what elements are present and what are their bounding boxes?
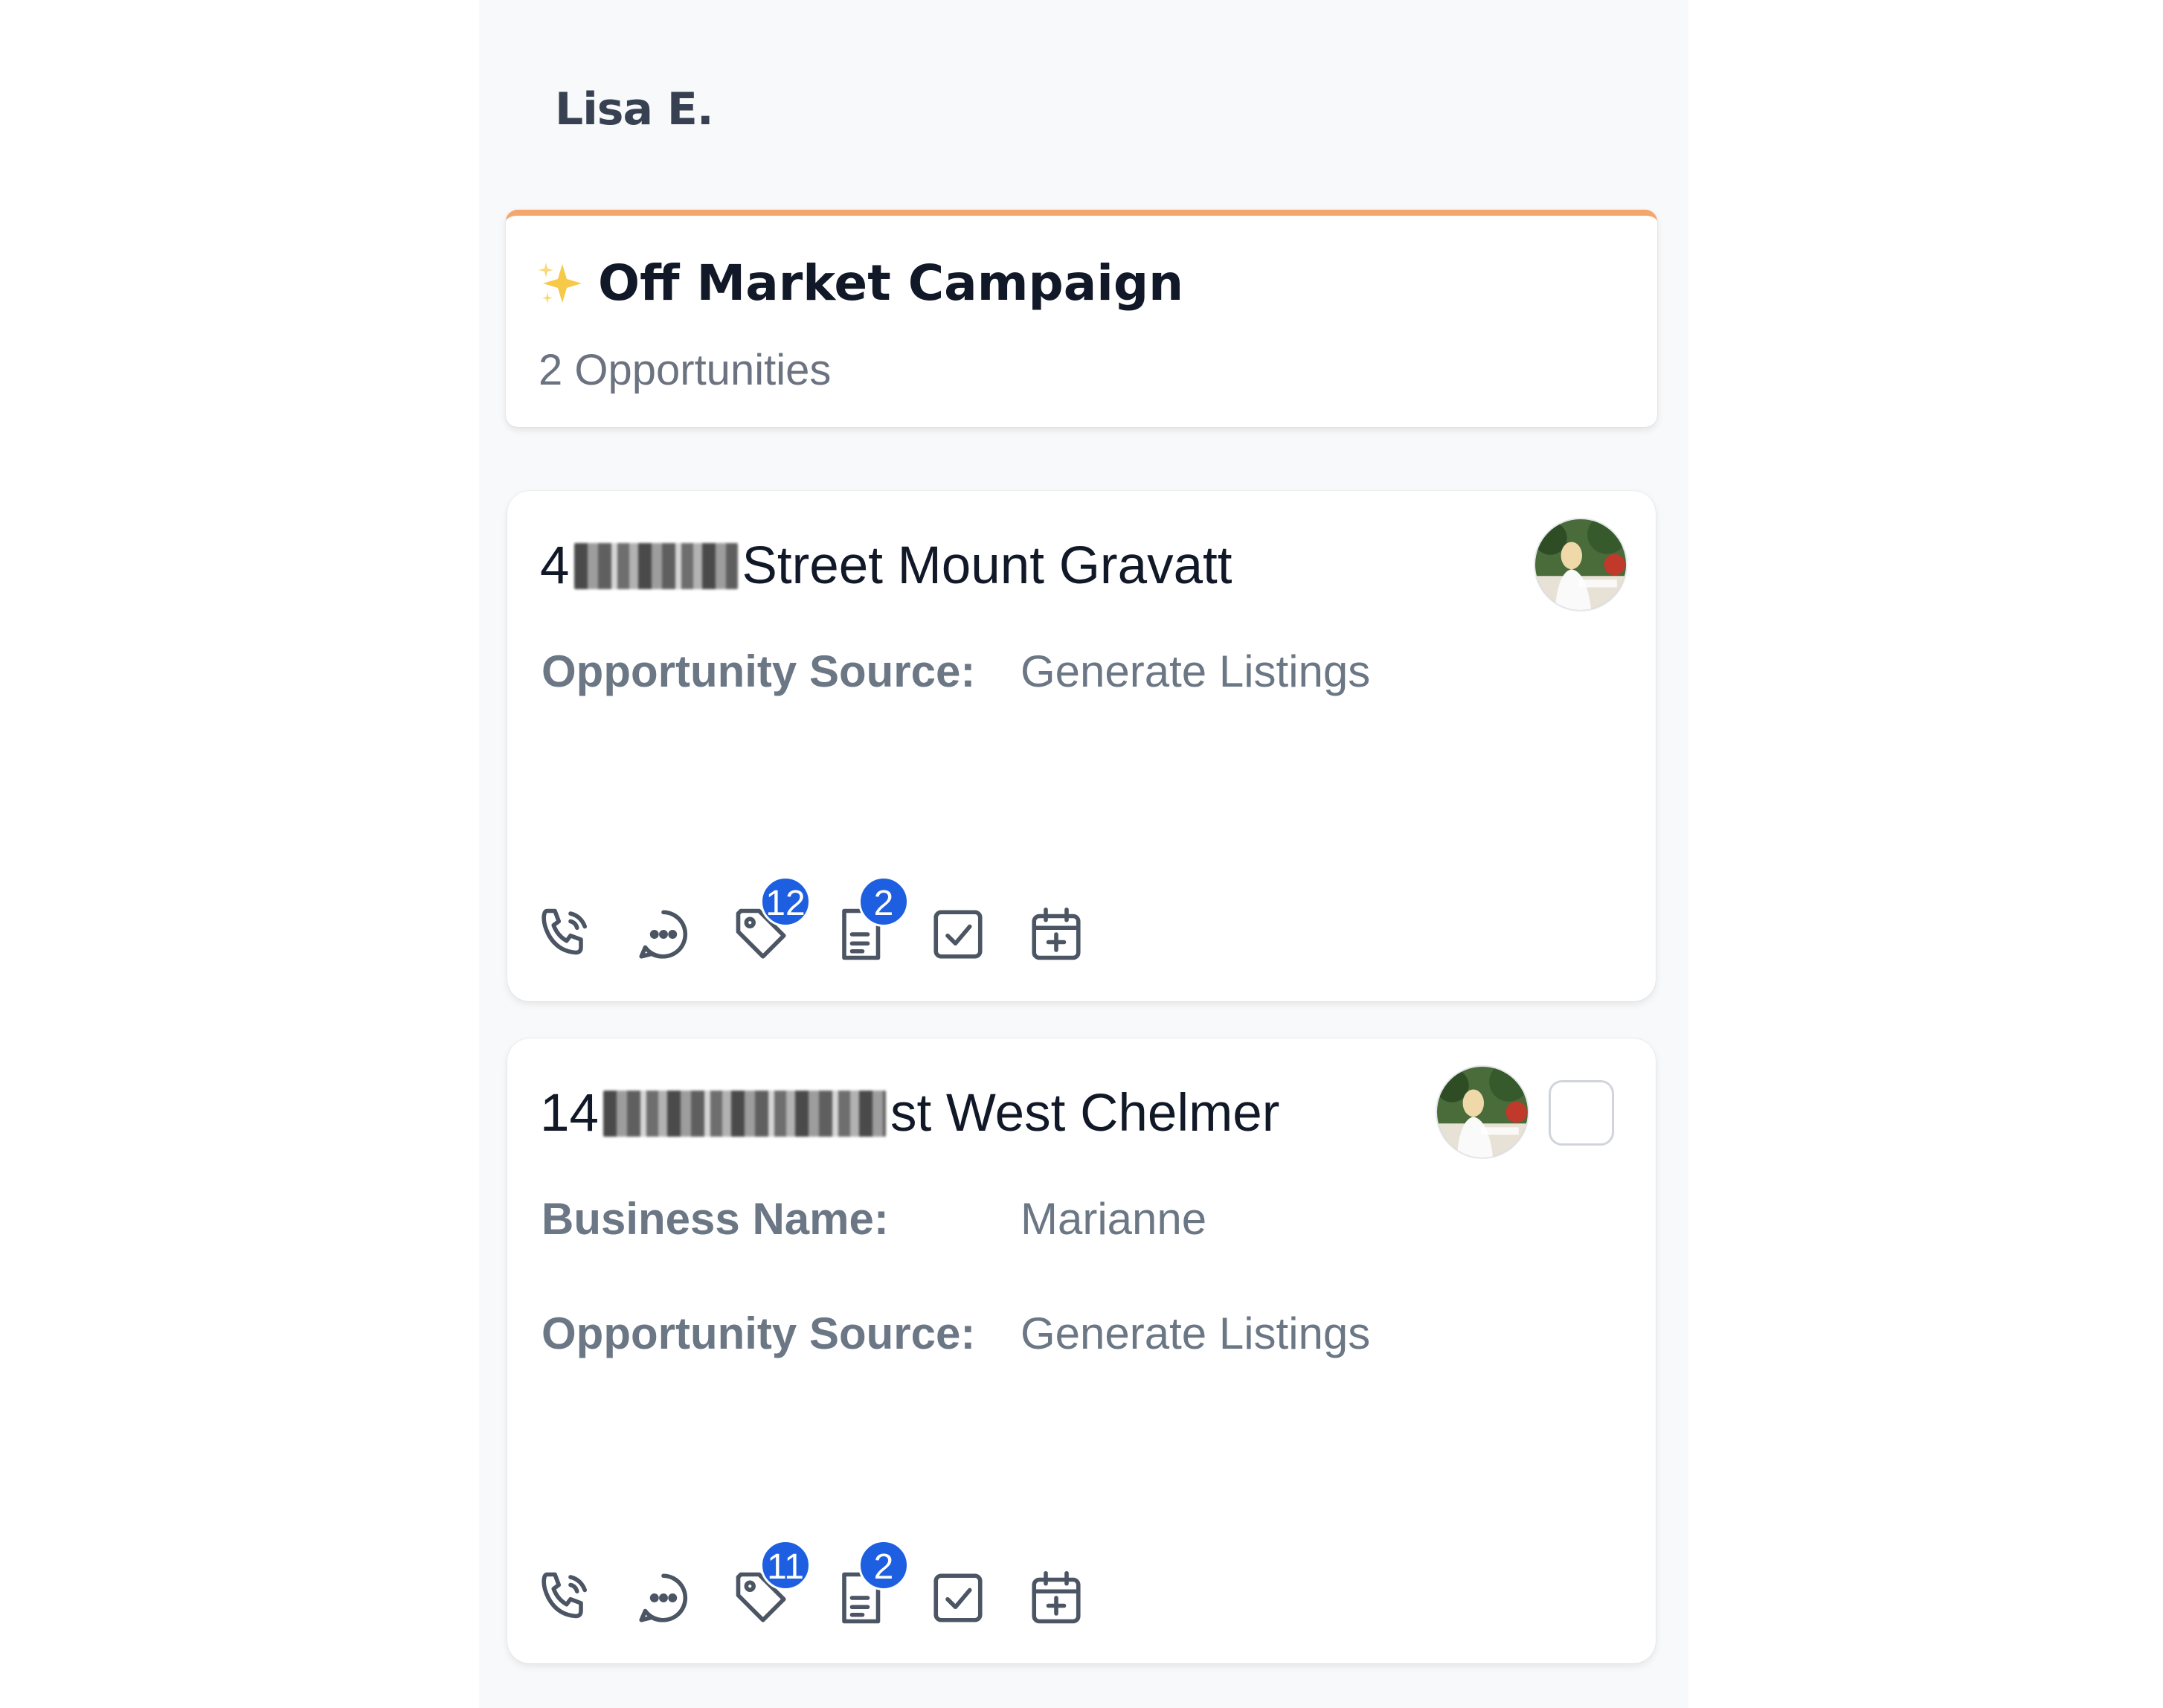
stage-opportunity-count: 2 Opportunities xyxy=(539,346,832,394)
tags-action[interactable]: 12 xyxy=(730,876,811,966)
stage-title-row: Off Market Campaign xyxy=(537,254,1183,312)
field-value: Generate Listings xyxy=(1021,646,1371,696)
field-label: Business Name: xyxy=(541,1194,889,1244)
chat-icon xyxy=(639,910,688,959)
notes-action[interactable]: 2 xyxy=(829,876,909,966)
stage-header-card[interactable]: Off Market Campaign 2 Opportunities xyxy=(506,210,1657,427)
calendar-add-icon xyxy=(1032,1570,1081,1624)
sparkles-icon xyxy=(539,262,582,304)
notes-count-badge: 2 xyxy=(858,876,909,927)
tasks-action[interactable] xyxy=(927,903,989,966)
notes-count-badge: 2 xyxy=(858,1540,909,1590)
stage-title: Off Market Campaign xyxy=(598,254,1184,312)
action-icons: 12 2 xyxy=(534,876,1123,966)
message-action[interactable] xyxy=(632,1567,695,1629)
address-suffix: st West Chelmer xyxy=(890,1084,1280,1143)
avatar[interactable] xyxy=(1437,1067,1528,1158)
redacted-text xyxy=(602,1090,886,1137)
action-icons: 11 2 xyxy=(534,1540,1123,1629)
chat-icon xyxy=(639,1573,688,1622)
redacted-text xyxy=(573,542,738,589)
notes-action[interactable]: 2 xyxy=(829,1540,909,1629)
pipeline-column: Lisa E. Off Market Campaign 2 Opportunit… xyxy=(479,0,1688,1708)
call-action[interactable] xyxy=(534,1567,597,1629)
opportunity-address[interactable]: 14 st West Chelmer xyxy=(540,1083,1279,1143)
tags-action[interactable]: 11 xyxy=(730,1540,811,1629)
phone-icon xyxy=(541,908,588,955)
address-prefix: 4 xyxy=(540,536,570,595)
task-icon xyxy=(933,1573,983,1622)
phone-icon xyxy=(541,1572,588,1619)
tag-count-badge: 12 xyxy=(760,876,811,927)
field-value: Marianne xyxy=(1021,1194,1207,1244)
call-action[interactable] xyxy=(534,903,597,966)
calendar-add-icon xyxy=(1032,907,1081,960)
opportunity-address[interactable]: 4 Street Mount Gravatt xyxy=(540,536,1232,596)
field-label: Opportunity Source: xyxy=(541,646,976,696)
tag-count-badge: 11 xyxy=(760,1540,811,1590)
opportunity-card[interactable]: 4 Street Mount Gravatt Opportunity Sourc… xyxy=(507,491,1656,1001)
message-action[interactable] xyxy=(632,903,695,966)
task-icon xyxy=(933,910,983,959)
appointment-action[interactable] xyxy=(1025,903,1087,966)
field-value: Generate Listings xyxy=(1021,1309,1371,1358)
select-checkbox[interactable] xyxy=(1549,1080,1614,1146)
column-owner-name: Lisa E. xyxy=(555,83,714,135)
address-prefix: 14 xyxy=(540,1084,599,1143)
avatar[interactable] xyxy=(1535,519,1626,610)
address-suffix: Street Mount Gravatt xyxy=(742,536,1232,595)
opportunity-card[interactable]: 14 st West Chelmer Business Name: Marian… xyxy=(507,1038,1656,1663)
appointment-action[interactable] xyxy=(1025,1567,1087,1629)
field-label: Opportunity Source: xyxy=(541,1309,976,1358)
tasks-action[interactable] xyxy=(927,1567,989,1629)
